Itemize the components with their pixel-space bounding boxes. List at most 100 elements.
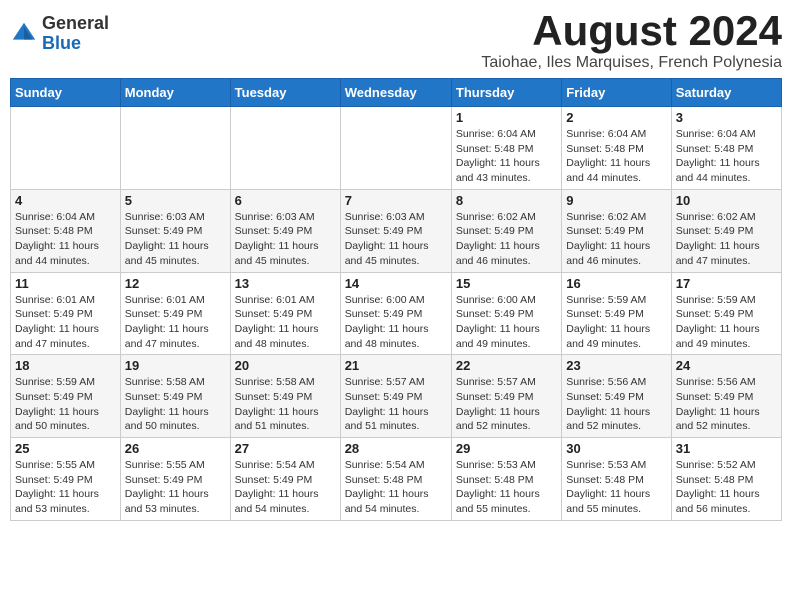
column-header-sunday: Sunday: [11, 79, 121, 107]
day-info: Sunrise: 5:57 AM Sunset: 5:49 PM Dayligh…: [345, 375, 447, 434]
calendar-cell: 26 Sunrise: 5:55 AM Sunset: 5:49 PM Dayli…: [120, 438, 230, 521]
week-row-3: 11 Sunrise: 6:01 AM Sunset: 5:49 PM Dayli…: [11, 272, 782, 355]
day-number: 27: [235, 441, 336, 456]
page-header: General Blue August 2024 Taiohae, Iles M…: [10, 10, 782, 72]
day-number: 21: [345, 358, 447, 373]
day-number: 15: [456, 276, 557, 291]
day-info: Sunrise: 5:56 AM Sunset: 5:49 PM Dayligh…: [676, 375, 777, 434]
calendar-cell: 6 Sunrise: 6:03 AM Sunset: 5:49 PM Daylig…: [230, 189, 340, 272]
day-info: Sunrise: 6:02 AM Sunset: 5:49 PM Dayligh…: [456, 210, 557, 269]
calendar-cell: 14 Sunrise: 6:00 AM Sunset: 5:49 PM Dayli…: [340, 272, 451, 355]
column-header-thursday: Thursday: [451, 79, 561, 107]
day-info: Sunrise: 5:57 AM Sunset: 5:49 PM Dayligh…: [456, 375, 557, 434]
day-number: 10: [676, 193, 777, 208]
day-info: Sunrise: 5:54 AM Sunset: 5:49 PM Dayligh…: [235, 458, 336, 517]
day-info: Sunrise: 6:01 AM Sunset: 5:49 PM Dayligh…: [125, 293, 226, 352]
calendar-cell: 15 Sunrise: 6:00 AM Sunset: 5:49 PM Dayli…: [451, 272, 561, 355]
day-info: Sunrise: 6:00 AM Sunset: 5:49 PM Dayligh…: [456, 293, 557, 352]
calendar-cell: 2 Sunrise: 6:04 AM Sunset: 5:48 PM Daylig…: [562, 107, 671, 190]
day-number: 1: [456, 110, 557, 125]
calendar-cell: 29Sunrise: 5:53 AM Sunset: 5:48 PM Dayli…: [451, 438, 561, 521]
calendar-cell: [11, 107, 121, 190]
day-info: Sunrise: 5:55 AM Sunset: 5:49 PM Dayligh…: [125, 458, 226, 517]
calendar-cell: 20 Sunrise: 5:58 AM Sunset: 5:49 PM Dayli…: [230, 355, 340, 438]
calendar-cell: 13 Sunrise: 6:01 AM Sunset: 5:49 PM Dayli…: [230, 272, 340, 355]
week-row-4: 18Sunrise: 5:59 AM Sunset: 5:49 PM Dayli…: [11, 355, 782, 438]
day-number: 9: [566, 193, 666, 208]
calendar-cell: 28Sunrise: 5:54 AM Sunset: 5:48 PM Dayli…: [340, 438, 451, 521]
day-number: 4: [15, 193, 116, 208]
day-number: 7: [345, 193, 447, 208]
day-info: Sunrise: 5:53 AM Sunset: 5:48 PM Dayligh…: [566, 458, 666, 517]
calendar-cell: 4 Sunrise: 6:04 AM Sunset: 5:48 PM Daylig…: [11, 189, 121, 272]
day-info: Sunrise: 6:04 AM Sunset: 5:48 PM Dayligh…: [566, 127, 666, 186]
logo: General Blue: [10, 14, 109, 54]
day-number: 26: [125, 441, 226, 456]
calendar-cell: 27 Sunrise: 5:54 AM Sunset: 5:49 PM Dayli…: [230, 438, 340, 521]
calendar-cell: [340, 107, 451, 190]
day-number: 6: [235, 193, 336, 208]
calendar-cell: 31 Sunrise: 5:52 AM Sunset: 5:48 PM Dayli…: [671, 438, 781, 521]
logo-icon: [10, 20, 38, 48]
day-info: Sunrise: 6:02 AM Sunset: 5:49 PM Dayligh…: [676, 210, 777, 269]
day-number: 22: [456, 358, 557, 373]
calendar-cell: 9 Sunrise: 6:02 AM Sunset: 5:49 PM Daylig…: [562, 189, 671, 272]
calendar-cell: 17Sunrise: 5:59 AM Sunset: 5:49 PM Dayli…: [671, 272, 781, 355]
day-info: Sunrise: 6:01 AM Sunset: 5:49 PM Dayligh…: [235, 293, 336, 352]
calendar-cell: 21 Sunrise: 5:57 AM Sunset: 5:49 PM Dayli…: [340, 355, 451, 438]
day-number: 3: [676, 110, 777, 125]
day-info: Sunrise: 5:58 AM Sunset: 5:49 PM Dayligh…: [235, 375, 336, 434]
calendar-cell: 25 Sunrise: 5:55 AM Sunset: 5:49 PM Dayli…: [11, 438, 121, 521]
day-number: 24: [676, 358, 777, 373]
day-number: 11: [15, 276, 116, 291]
week-row-2: 4 Sunrise: 6:04 AM Sunset: 5:48 PM Daylig…: [11, 189, 782, 272]
calendar-cell: 5Sunrise: 6:03 AM Sunset: 5:49 PM Daylig…: [120, 189, 230, 272]
day-info: Sunrise: 6:00 AM Sunset: 5:49 PM Dayligh…: [345, 293, 447, 352]
day-number: 31: [676, 441, 777, 456]
day-info: Sunrise: 6:03 AM Sunset: 5:49 PM Dayligh…: [235, 210, 336, 269]
day-number: 14: [345, 276, 447, 291]
day-number: 28: [345, 441, 447, 456]
day-info: Sunrise: 6:01 AM Sunset: 5:49 PM Dayligh…: [15, 293, 116, 352]
header-row: SundayMondayTuesdayWednesdayThursdayFrid…: [11, 79, 782, 107]
day-number: 13: [235, 276, 336, 291]
column-header-monday: Monday: [120, 79, 230, 107]
week-row-5: 25 Sunrise: 5:55 AM Sunset: 5:49 PM Dayli…: [11, 438, 782, 521]
day-number: 2: [566, 110, 666, 125]
calendar-cell: 7 Sunrise: 6:03 AM Sunset: 5:49 PM Daylig…: [340, 189, 451, 272]
calendar-cell: [230, 107, 340, 190]
calendar-cell: 8 Sunrise: 6:02 AM Sunset: 5:49 PM Daylig…: [451, 189, 561, 272]
calendar-cell: 22 Sunrise: 5:57 AM Sunset: 5:49 PM Dayli…: [451, 355, 561, 438]
location-subtitle: Taiohae, Iles Marquises, French Polynesi…: [481, 54, 782, 72]
calendar-cell: 16Sunrise: 5:59 AM Sunset: 5:49 PM Dayli…: [562, 272, 671, 355]
calendar-cell: 19 Sunrise: 5:58 AM Sunset: 5:49 PM Dayli…: [120, 355, 230, 438]
day-info: Sunrise: 5:58 AM Sunset: 5:49 PM Dayligh…: [125, 375, 226, 434]
calendar-cell: 3 Sunrise: 6:04 AM Sunset: 5:48 PM Daylig…: [671, 107, 781, 190]
day-info: Sunrise: 6:03 AM Sunset: 5:49 PM Dayligh…: [345, 210, 447, 269]
day-info: Sunrise: 6:04 AM Sunset: 5:48 PM Dayligh…: [456, 127, 557, 186]
day-number: 19: [125, 358, 226, 373]
calendar-cell: 11 Sunrise: 6:01 AM Sunset: 5:49 PM Dayli…: [11, 272, 121, 355]
day-number: 23: [566, 358, 666, 373]
day-number: 16: [566, 276, 666, 291]
calendar-table: SundayMondayTuesdayWednesdayThursdayFrid…: [10, 78, 782, 521]
calendar-cell: 1 Sunrise: 6:04 AM Sunset: 5:48 PM Daylig…: [451, 107, 561, 190]
calendar-cell: 23Sunrise: 5:56 AM Sunset: 5:49 PM Dayli…: [562, 355, 671, 438]
day-info: Sunrise: 6:04 AM Sunset: 5:48 PM Dayligh…: [15, 210, 116, 269]
day-number: 30: [566, 441, 666, 456]
day-info: Sunrise: 5:53 AM Sunset: 5:48 PM Dayligh…: [456, 458, 557, 517]
calendar-cell: 30 Sunrise: 5:53 AM Sunset: 5:48 PM Dayli…: [562, 438, 671, 521]
day-info: Sunrise: 5:55 AM Sunset: 5:49 PM Dayligh…: [15, 458, 116, 517]
day-info: Sunrise: 6:02 AM Sunset: 5:49 PM Dayligh…: [566, 210, 666, 269]
title-block: August 2024 Taiohae, Iles Marquises, Fre…: [481, 10, 782, 72]
column-header-wednesday: Wednesday: [340, 79, 451, 107]
day-number: 20: [235, 358, 336, 373]
calendar-cell: 12Sunrise: 6:01 AM Sunset: 5:49 PM Dayli…: [120, 272, 230, 355]
day-info: Sunrise: 5:52 AM Sunset: 5:48 PM Dayligh…: [676, 458, 777, 517]
day-info: Sunrise: 5:59 AM Sunset: 5:49 PM Dayligh…: [676, 293, 777, 352]
day-number: 8: [456, 193, 557, 208]
day-number: 25: [15, 441, 116, 456]
logo-blue-text: Blue: [42, 33, 81, 53]
month-title: August 2024: [481, 10, 782, 52]
day-info: Sunrise: 6:04 AM Sunset: 5:48 PM Dayligh…: [676, 127, 777, 186]
